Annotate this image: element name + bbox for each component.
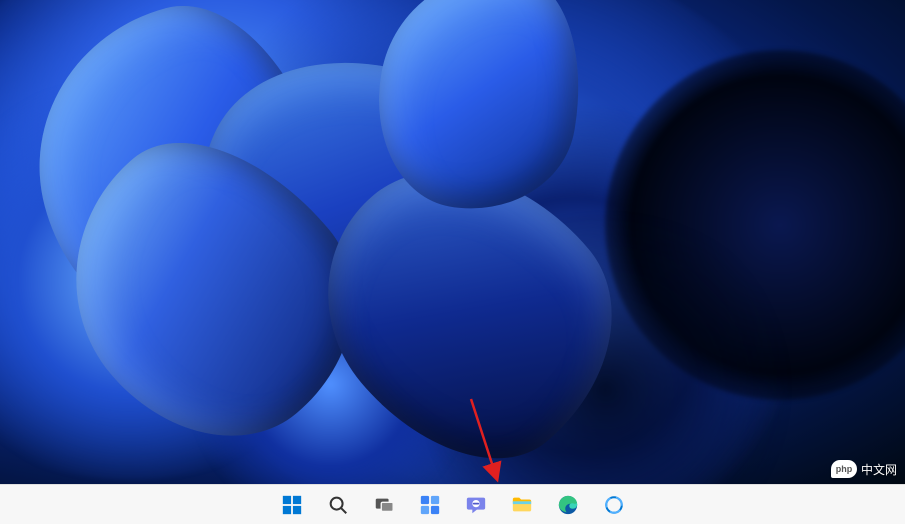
search-icon bbox=[327, 494, 349, 516]
windows-logo-icon bbox=[281, 494, 303, 516]
widgets-icon bbox=[419, 494, 441, 516]
start-button[interactable] bbox=[273, 488, 311, 522]
widgets-button[interactable] bbox=[411, 488, 449, 522]
chat-button[interactable] bbox=[457, 488, 495, 522]
search-button[interactable] bbox=[319, 488, 357, 522]
edge-button[interactable] bbox=[549, 488, 587, 522]
file-explorer-icon bbox=[511, 494, 533, 516]
cortana-icon bbox=[603, 494, 625, 516]
task-view-button[interactable] bbox=[365, 488, 403, 522]
file-explorer-button[interactable] bbox=[503, 488, 541, 522]
taskbar bbox=[0, 484, 905, 524]
chat-icon bbox=[465, 494, 487, 516]
desktop-wallpaper bbox=[0, 0, 905, 484]
edge-icon bbox=[557, 494, 579, 516]
task-view-icon bbox=[373, 494, 395, 516]
cortana-button[interactable] bbox=[595, 488, 633, 522]
